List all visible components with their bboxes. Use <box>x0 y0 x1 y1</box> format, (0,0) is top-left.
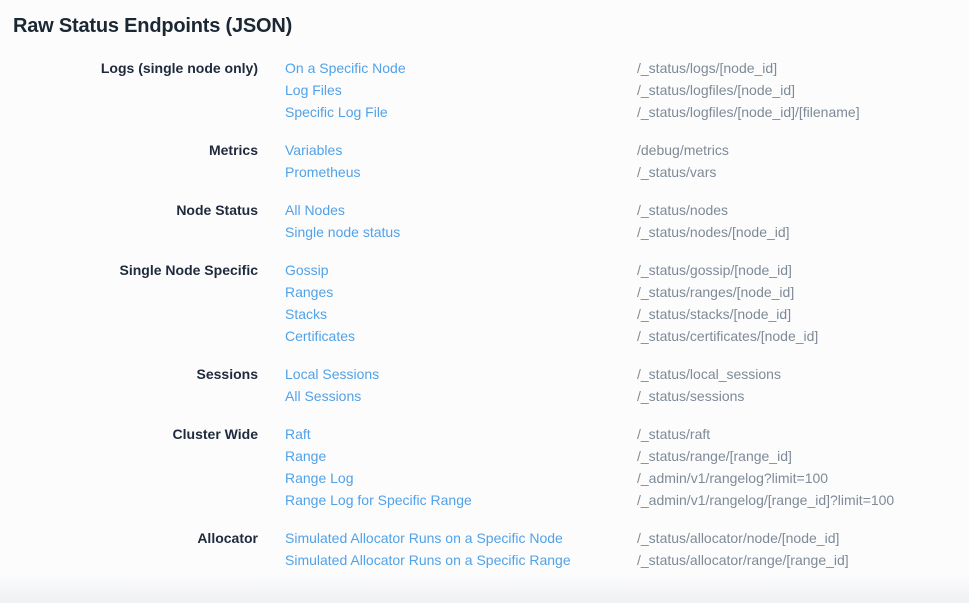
endpoint-path: /_status/ranges/[node_id] <box>637 281 794 303</box>
endpoint-row: Range Log /_admin/v1/rangelog?limit=100 <box>285 467 894 489</box>
group-entries: On a Specific Node /_status/logs/[node_i… <box>285 57 860 123</box>
endpoint-row: Ranges /_status/ranges/[node_id] <box>285 281 818 303</box>
endpoint-link[interactable]: Certificates <box>285 325 637 347</box>
page-title: Raw Status Endpoints (JSON) <box>13 15 969 38</box>
endpoint-row: Specific Log File /_status/logfiles/[nod… <box>285 101 860 123</box>
endpoint-path: /_status/raft <box>637 423 710 445</box>
endpoint-link[interactable]: Simulated Allocator Runs on a Specific N… <box>285 527 637 549</box>
endpoint-row: Certificates /_status/certificates/[node… <box>285 325 818 347</box>
endpoint-path: /_status/vars <box>637 161 716 183</box>
page-footer-band <box>0 575 969 603</box>
endpoint-link[interactable]: Range <box>285 445 637 467</box>
endpoint-path: /_status/allocator/range/[range_id] <box>637 549 849 571</box>
group-category-label: Cluster Wide <box>0 423 258 445</box>
endpoint-link[interactable]: Raft <box>285 423 637 445</box>
endpoint-path: /_status/nodes <box>637 199 728 221</box>
endpoint-link[interactable]: Log Files <box>285 79 637 101</box>
endpoint-link[interactable]: All Nodes <box>285 199 637 221</box>
endpoint-link[interactable]: Simulated Allocator Runs on a Specific R… <box>285 549 637 571</box>
endpoint-path: /_status/logfiles/[node_id]/[filename] <box>637 101 860 123</box>
group-entries: All Nodes /_status/nodes Single node sta… <box>285 199 790 243</box>
endpoint-path: /_status/nodes/[node_id] <box>637 221 790 243</box>
group-entries: Local Sessions /_status/local_sessions A… <box>285 363 781 407</box>
endpoint-row: Range Log for Specific Range /_admin/v1/… <box>285 489 894 511</box>
endpoint-link[interactable]: Range Log <box>285 467 637 489</box>
group-category-label: Node Status <box>0 199 258 221</box>
endpoint-path: /_status/certificates/[node_id] <box>637 325 818 347</box>
endpoint-link[interactable]: Single node status <box>285 221 637 243</box>
endpoint-row: Gossip /_status/gossip/[node_id] <box>285 259 818 281</box>
endpoint-row: Simulated Allocator Runs on a Specific N… <box>285 527 849 549</box>
endpoint-group: Sessions Local Sessions /_status/local_s… <box>0 363 969 407</box>
endpoint-path: /_admin/v1/rangelog?limit=100 <box>637 467 828 489</box>
endpoint-row: All Nodes /_status/nodes <box>285 199 790 221</box>
endpoint-link[interactable]: On a Specific Node <box>285 57 637 79</box>
group-category-label: Sessions <box>0 363 258 385</box>
endpoint-row: Stacks /_status/stacks/[node_id] <box>285 303 818 325</box>
endpoint-path: /_status/allocator/node/[node_id] <box>637 527 839 549</box>
endpoint-row: Local Sessions /_status/local_sessions <box>285 363 781 385</box>
endpoint-link[interactable]: Range Log for Specific Range <box>285 489 637 511</box>
endpoint-link[interactable]: Stacks <box>285 303 637 325</box>
endpoint-path: /_status/logfiles/[node_id] <box>637 79 795 101</box>
endpoint-group: Node Status All Nodes /_status/nodes Sin… <box>0 199 969 243</box>
raw-status-endpoints-page: Raw Status Endpoints (JSON) Logs (single… <box>0 0 969 571</box>
endpoint-row: Variables /debug/metrics <box>285 139 729 161</box>
endpoint-path: /_status/local_sessions <box>637 363 781 385</box>
group-category-label: Logs (single node only) <box>0 57 258 79</box>
endpoint-link[interactable]: Ranges <box>285 281 637 303</box>
endpoint-link[interactable]: Local Sessions <box>285 363 637 385</box>
endpoint-row: On a Specific Node /_status/logs/[node_i… <box>285 57 860 79</box>
group-category-label: Single Node Specific <box>0 259 258 281</box>
endpoint-row: Single node status /_status/nodes/[node_… <box>285 221 790 243</box>
endpoint-path: /debug/metrics <box>637 139 729 161</box>
endpoint-row: Range /_status/range/[range_id] <box>285 445 894 467</box>
endpoint-group: Logs (single node only) On a Specific No… <box>0 57 969 123</box>
endpoint-link[interactable]: Prometheus <box>285 161 637 183</box>
endpoint-link[interactable]: All Sessions <box>285 385 637 407</box>
endpoint-path: /_status/sessions <box>637 385 744 407</box>
group-entries: Variables /debug/metrics Prometheus /_st… <box>285 139 729 183</box>
endpoint-row: Raft /_status/raft <box>285 423 894 445</box>
endpoint-path: /_status/logs/[node_id] <box>637 57 777 79</box>
endpoint-group: Cluster Wide Raft /_status/raft Range /_… <box>0 423 969 511</box>
endpoint-link[interactable]: Variables <box>285 139 637 161</box>
endpoint-row: Prometheus /_status/vars <box>285 161 729 183</box>
group-entries: Gossip /_status/gossip/[node_id] Ranges … <box>285 259 818 347</box>
group-entries: Simulated Allocator Runs on a Specific N… <box>285 527 849 571</box>
endpoint-path: /_status/gossip/[node_id] <box>637 259 792 281</box>
endpoint-path: /_admin/v1/rangelog/[range_id]?limit=100 <box>637 489 894 511</box>
endpoint-path: /_status/stacks/[node_id] <box>637 303 791 325</box>
endpoint-group: Single Node Specific Gossip /_status/gos… <box>0 259 969 347</box>
endpoint-link[interactable]: Specific Log File <box>285 101 637 123</box>
endpoint-group: Metrics Variables /debug/metrics Prometh… <box>0 139 969 183</box>
group-category-label: Allocator <box>0 527 258 549</box>
endpoint-row: Simulated Allocator Runs on a Specific R… <box>285 549 849 571</box>
endpoint-link[interactable]: Gossip <box>285 259 637 281</box>
endpoint-path: /_status/range/[range_id] <box>637 445 792 467</box>
endpoint-row: All Sessions /_status/sessions <box>285 385 781 407</box>
endpoint-group: Allocator Simulated Allocator Runs on a … <box>0 527 969 571</box>
group-entries: Raft /_status/raft Range /_status/range/… <box>285 423 894 511</box>
group-category-label: Metrics <box>0 139 258 161</box>
endpoint-row: Log Files /_status/logfiles/[node_id] <box>285 79 860 101</box>
endpoint-groups: Logs (single node only) On a Specific No… <box>0 57 969 571</box>
